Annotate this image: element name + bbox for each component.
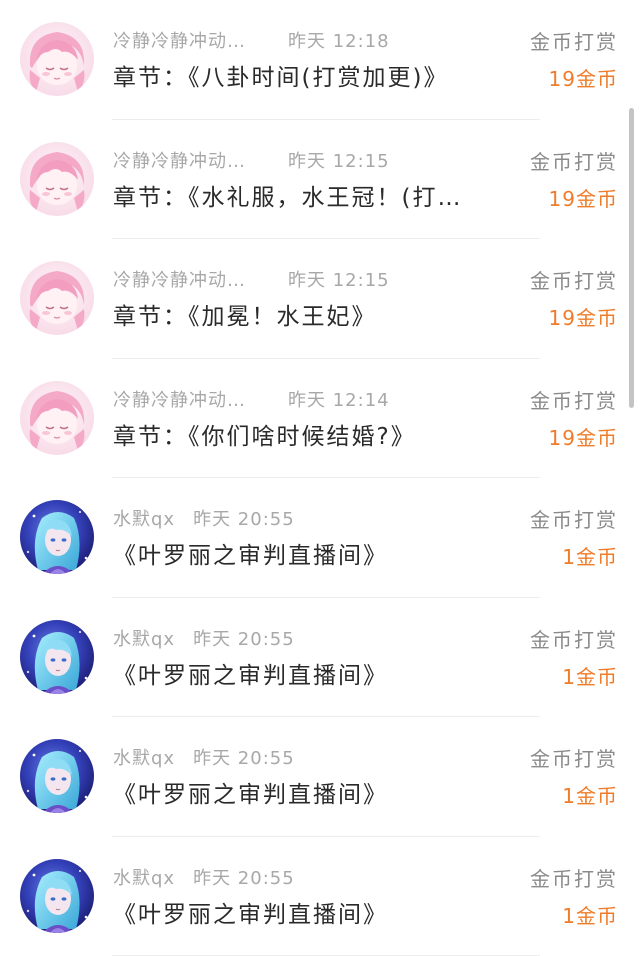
user-name[interactable]: 冷静冷静冲动… <box>113 386 246 412</box>
item-meta: 水默qx 昨天 20:55 <box>113 864 295 890</box>
list-item[interactable]: 水默qx 昨天 20:55 《叶罗丽之审判直播间》 金币打赏 1金币 <box>0 478 640 598</box>
user-name[interactable]: 冷静冷静冲动… <box>113 147 246 173</box>
list-item[interactable]: 水默qx 昨天 20:55 《叶罗丽之审判直播间》 金币打赏 1金币 <box>0 717 640 837</box>
timestamp: 昨天 12:18 <box>288 31 390 52</box>
scrollbar[interactable] <box>629 108 634 408</box>
list-item[interactable]: 冷静冷静冲动… 昨天 12:15 章节：《水礼服，水王冠！(打… 金币打赏 19金… <box>0 120 640 240</box>
reward-amount: 1金币 <box>562 784 618 808</box>
user-name[interactable]: 水默qx <box>113 864 175 890</box>
reward-list: 冷静冷静冲动… 昨天 12:18 章节：《八卦时间(打赏加更)》 金币打赏 19金… <box>0 0 640 956</box>
reward-type: 金币打赏 <box>530 866 618 891</box>
list-item[interactable]: 水默qx 昨天 20:55 《叶罗丽之审判直播间》 金币打赏 1金币 <box>0 598 640 718</box>
pink-anime-avatar[interactable] <box>20 22 94 96</box>
reward-amount: 19金币 <box>548 306 618 330</box>
reward-type: 金币打赏 <box>530 149 618 174</box>
chapter-title[interactable]: 章节：《八卦时间(打赏加更)》 <box>113 58 448 92</box>
user-name[interactable]: 水默qx <box>113 625 175 651</box>
blue-anime-avatar[interactable] <box>20 858 94 933</box>
chapter-title[interactable]: 章节：《水礼服，水王冠！(打… <box>113 178 462 212</box>
timestamp: 昨天 20:55 <box>193 509 295 530</box>
pink-anime-avatar[interactable] <box>20 141 94 216</box>
timestamp: 昨天 12:14 <box>288 389 390 411</box>
item-meta: 水默qx 昨天 20:55 <box>113 505 295 531</box>
book-title[interactable]: 《叶罗丽之审判直播间》 <box>113 536 388 570</box>
pink-anime-avatar[interactable] <box>20 380 94 455</box>
book-title[interactable]: 《叶罗丽之审判直播间》 <box>113 775 388 809</box>
reward-type: 金币打赏 <box>530 627 618 652</box>
pink-anime-avatar[interactable] <box>20 261 94 335</box>
reward-amount: 1金币 <box>562 664 618 689</box>
timestamp: 昨天 12:15 <box>288 150 390 172</box>
reward-type: 金币打赏 <box>530 30 618 54</box>
user-name[interactable]: 冷静冷静冲动… <box>113 27 246 53</box>
reward-amount: 19金币 <box>548 425 618 450</box>
user-name[interactable]: 冷静冷静冲动… <box>113 266 246 292</box>
chapter-title[interactable]: 章节：《加冕！水王妃》 <box>113 297 377 331</box>
blue-anime-avatar[interactable] <box>20 619 94 694</box>
list-item[interactable]: 冷静冷静冲动… 昨天 12:15 章节：《加冕！水王妃》 金币打赏 19金币 <box>0 239 640 359</box>
item-meta: 冷静冷静冲动… 昨天 12:18 <box>113 27 390 53</box>
chapter-title[interactable]: 章节：《你们啥时候结婚?》 <box>113 417 416 451</box>
reward-amount: 19金币 <box>548 186 618 211</box>
timestamp: 昨天 20:55 <box>193 867 295 889</box>
list-item[interactable]: 冷静冷静冲动… 昨天 12:14 章节：《你们啥时候结婚?》 金币打赏 19金币 <box>0 359 640 479</box>
timestamp: 昨天 20:55 <box>193 748 295 769</box>
item-meta: 水默qx 昨天 20:55 <box>113 625 295 651</box>
item-meta: 冷静冷静冲动… 昨天 12:15 <box>113 147 390 173</box>
item-meta: 冷静冷静冲动… 昨天 12:14 <box>113 386 390 412</box>
user-name[interactable]: 水默qx <box>113 744 175 770</box>
list-item[interactable]: 冷静冷静冲动… 昨天 12:18 章节：《八卦时间(打赏加更)》 金币打赏 19金… <box>0 0 640 120</box>
blue-anime-avatar[interactable] <box>20 500 94 574</box>
timestamp: 昨天 20:55 <box>193 628 295 650</box>
reward-amount: 19金币 <box>548 67 618 91</box>
blue-anime-avatar[interactable] <box>20 739 94 813</box>
reward-amount: 1金币 <box>562 545 618 569</box>
reward-type: 金币打赏 <box>530 747 618 771</box>
item-meta: 冷静冷静冲动… 昨天 12:15 <box>113 266 390 292</box>
list-item[interactable]: 水默qx 昨天 20:55 《叶罗丽之审判直播间》 金币打赏 1金币 <box>0 837 640 956</box>
reward-type: 金币打赏 <box>530 269 618 293</box>
book-title[interactable]: 《叶罗丽之审判直播间》 <box>113 895 388 929</box>
reward-type: 金币打赏 <box>530 388 618 413</box>
book-title[interactable]: 《叶罗丽之审判直播间》 <box>113 656 388 690</box>
user-name[interactable]: 水默qx <box>113 505 175 531</box>
timestamp: 昨天 12:15 <box>288 270 390 291</box>
reward-type: 金币打赏 <box>530 508 618 532</box>
reward-amount: 1金币 <box>562 903 618 928</box>
item-meta: 水默qx 昨天 20:55 <box>113 744 295 770</box>
